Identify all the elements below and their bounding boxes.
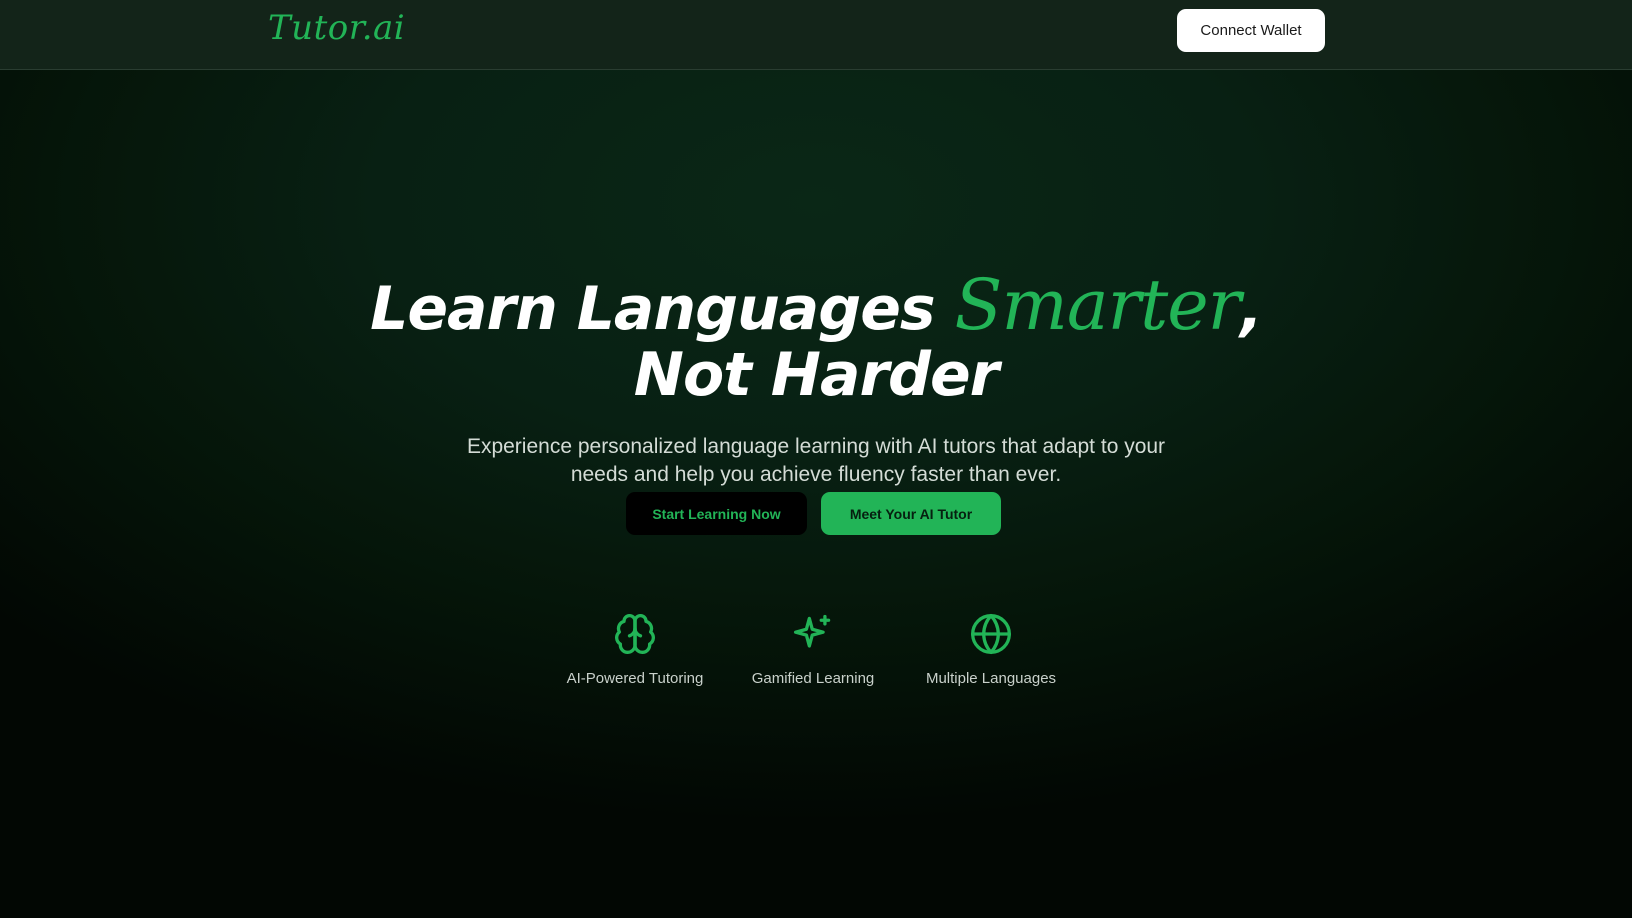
hero-title-part1: Learn Languages	[370, 274, 955, 345]
logo[interactable]: Tutor.ai	[268, 8, 405, 48]
globe-icon	[971, 614, 1011, 654]
hero-title-accent: Smarter	[954, 264, 1242, 347]
top-navbar: Tutor.ai Connect Wallet	[0, 0, 1632, 70]
connect-wallet-button[interactable]: Connect Wallet	[1177, 9, 1325, 52]
hero-subtitle: Experience personalized language learnin…	[466, 435, 1166, 486]
feature-label: Gamified Learning	[751, 670, 875, 687]
start-learning-button[interactable]: Start Learning Now	[626, 492, 807, 535]
hero-title-line2: Not Harder	[633, 340, 1000, 411]
meet-ai-tutor-button[interactable]: Meet Your AI Tutor	[821, 492, 1001, 535]
feature-gamified-learning: Gamified Learning	[723, 612, 903, 687]
feature-multiple-languages: Multiple Languages	[901, 612, 1081, 687]
hero-title-comma: ,	[1240, 274, 1263, 345]
brain-icon	[615, 614, 655, 654]
sparkles-icon	[793, 614, 831, 648]
feature-label: Multiple Languages	[925, 670, 1057, 687]
feature-ai-tutoring: AI-Powered Tutoring	[545, 612, 725, 687]
feature-label: AI-Powered Tutoring	[566, 670, 704, 687]
hero-title: Learn Languages Smarter, Not Harder	[0, 270, 1632, 411]
